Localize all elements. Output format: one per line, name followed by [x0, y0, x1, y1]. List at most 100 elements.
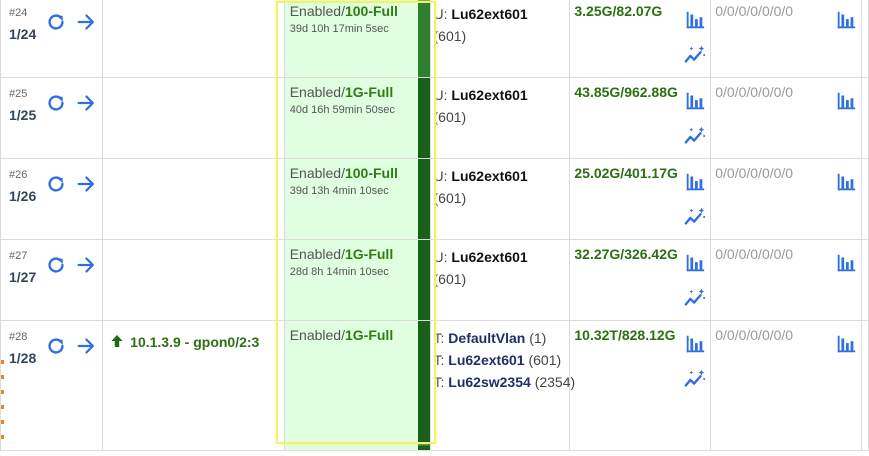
vlan-entry: U: Lu62ext601 (601) [434, 246, 528, 290]
bar-chart-icon[interactable] [684, 90, 706, 112]
vlan-name[interactable]: Lu62ext601 [451, 249, 527, 265]
sparkle-trend-icon[interactable] [684, 44, 706, 66]
refresh-icon[interactable] [45, 254, 67, 276]
sparkle-trend-icon[interactable] [684, 125, 706, 147]
arrow-right-icon[interactable] [75, 173, 97, 195]
errors-cell: 0/0/0/0/0/0/0 [710, 0, 863, 78]
port-name: 1/26 [9, 188, 37, 204]
description-cell: 10.1.3.9 - gpon0/2:3 [102, 320, 285, 451]
status-cell: Enabled/100-Full 39d 10h 17min 5sec [283, 0, 431, 78]
vlan-cell: T: DefaultVlan (1) T: Lu62ext601 (601) T: … [429, 320, 575, 451]
bar-chart-icon[interactable] [684, 171, 706, 193]
uptime: 28d 8h 14min 10sec [289, 266, 389, 278]
description-cell [102, 77, 285, 159]
status-bar [417, 240, 430, 320]
uplink-description[interactable]: 10.1.3.9 - gpon0/2:3 [110, 334, 259, 350]
uplink-label: 10.1.3.9 - gpon0/2:3 [130, 334, 260, 350]
port-name: 1/27 [9, 269, 37, 285]
vlan-list: U: Lu62ext601 (601) [434, 246, 528, 290]
ports-table: #24 1/24 Enabled/100-Full 39d 10h 17min … [0, 0, 869, 451]
edge-cell [861, 0, 869, 78]
port-number: #26 [9, 169, 28, 181]
vlan-list: U: Lu62ext601 (601) [434, 84, 528, 128]
vlan-mode: U: [433, 168, 452, 184]
status-cell: Enabled/1G-Full 28d 8h 14min 10sec [283, 239, 431, 321]
arrow-up-icon [110, 334, 124, 348]
vlan-entry: U: Lu62ext601 (601) [434, 84, 528, 128]
vlan-list: T: DefaultVlan (1) T: Lu62ext601 (601) T: … [434, 327, 576, 393]
uptime: 39d 10h 17min 5sec [289, 23, 389, 35]
bar-chart-icon[interactable] [835, 333, 857, 355]
traffic-cell: 43.85G/962.88G [569, 77, 712, 159]
status-label: Enabled/ [289, 246, 345, 262]
vlan-list: U: Lu62ext601 (601) [434, 165, 528, 209]
status-bar [417, 0, 430, 77]
arrow-right-icon[interactable] [75, 11, 97, 33]
vlan-entry: U: Lu62ext601 (601) [434, 3, 528, 47]
arrow-right-icon[interactable] [75, 254, 97, 276]
arrow-right-icon[interactable] [75, 335, 97, 357]
vlan-cell: U: Lu62ext601 (601) [429, 158, 571, 240]
errors-cell: 0/0/0/0/0/0/0 [710, 77, 863, 159]
bar-chart-icon[interactable] [684, 9, 706, 31]
vlan-name[interactable]: DefaultVlan [448, 330, 525, 346]
traffic-cell: 32.27G/326.42G [569, 239, 712, 321]
errors-cell: 0/0/0/0/0/0/0 [710, 239, 863, 321]
port-cell: #28 1/28 [0, 320, 104, 451]
refresh-icon[interactable] [45, 92, 67, 114]
refresh-icon[interactable] [45, 335, 67, 357]
vlan-name[interactable]: Lu62ext601 [448, 352, 524, 368]
description-cell [102, 0, 285, 78]
link-status: Enabled/1G-Full [290, 84, 394, 100]
sparkle-trend-icon[interactable] [684, 287, 706, 309]
status-label: Enabled/ [289, 3, 345, 19]
port-name: 1/25 [9, 107, 37, 123]
vlan-mode: T: [433, 352, 449, 368]
refresh-icon[interactable] [45, 173, 67, 195]
vlan-id: (1) [529, 330, 547, 346]
vlan-cell: U: Lu62ext601 (601) [429, 0, 571, 78]
errors-value: 0/0/0/0/0/0/0 [715, 165, 794, 181]
port-number: #24 [9, 7, 28, 19]
edge-cell [861, 320, 869, 451]
link-status: Enabled/1G-Full [290, 246, 394, 262]
uptime: 40d 16h 59min 50sec [289, 104, 395, 116]
port-cell: #25 1/25 [0, 77, 104, 159]
sparkle-trend-icon[interactable] [684, 368, 706, 390]
port-number: #25 [9, 88, 28, 100]
bar-chart-icon[interactable] [835, 171, 857, 193]
vlan-list: U: Lu62ext601 (601) [434, 3, 528, 47]
traffic-value: 43.85G/962.88G [574, 84, 678, 100]
vlan-name[interactable]: Lu62ext601 [451, 87, 527, 103]
description-cell [102, 239, 285, 321]
errors-cell: 0/0/0/0/0/0/0 [710, 320, 863, 451]
sparkle-trend-icon[interactable] [684, 206, 706, 228]
port-cell: #26 1/26 [0, 158, 104, 240]
bar-chart-icon[interactable] [684, 252, 706, 274]
bar-chart-icon[interactable] [835, 90, 857, 112]
status-cell: Enabled/100-Full 39d 13h 4min 10sec [283, 158, 431, 240]
bar-chart-icon[interactable] [684, 333, 706, 355]
errors-value: 0/0/0/0/0/0/0 [715, 327, 794, 343]
table-row: #26 1/26 Enabled/100-Full 39d 13h 4min 1… [0, 158, 869, 240]
arrow-right-icon[interactable] [75, 92, 97, 114]
speed-label: 100-Full [344, 3, 398, 19]
vlan-id: (601) [528, 352, 562, 368]
table-row: #28 1/28 10.1.3.9 - gpon0/2:3 Enabled/1G… [0, 320, 869, 451]
vlan-name[interactable]: Lu62ext601 [451, 168, 527, 184]
speed-label: 1G-Full [344, 246, 394, 262]
link-status: Enabled/100-Full [290, 3, 398, 19]
status-label: Enabled/ [289, 84, 345, 100]
port-cell: #24 1/24 [0, 0, 104, 78]
table-row: #25 1/25 Enabled/1G-Full 40d 16h 59min 5… [0, 77, 869, 159]
edge-cell [861, 239, 869, 321]
vlan-name[interactable]: Lu62sw2354 [448, 374, 531, 390]
bar-chart-icon[interactable] [835, 9, 857, 31]
table-row: #27 1/27 Enabled/1G-Full 28d 8h 14min 10… [0, 239, 869, 321]
refresh-icon[interactable] [45, 11, 67, 33]
traffic-cell: 10.32T/828.12G [569, 320, 712, 451]
bar-chart-icon[interactable] [835, 252, 857, 274]
traffic-value: 3.25G/82.07G [574, 3, 663, 19]
port-cell: #27 1/27 [0, 239, 104, 321]
vlan-name[interactable]: Lu62ext601 [451, 6, 527, 22]
